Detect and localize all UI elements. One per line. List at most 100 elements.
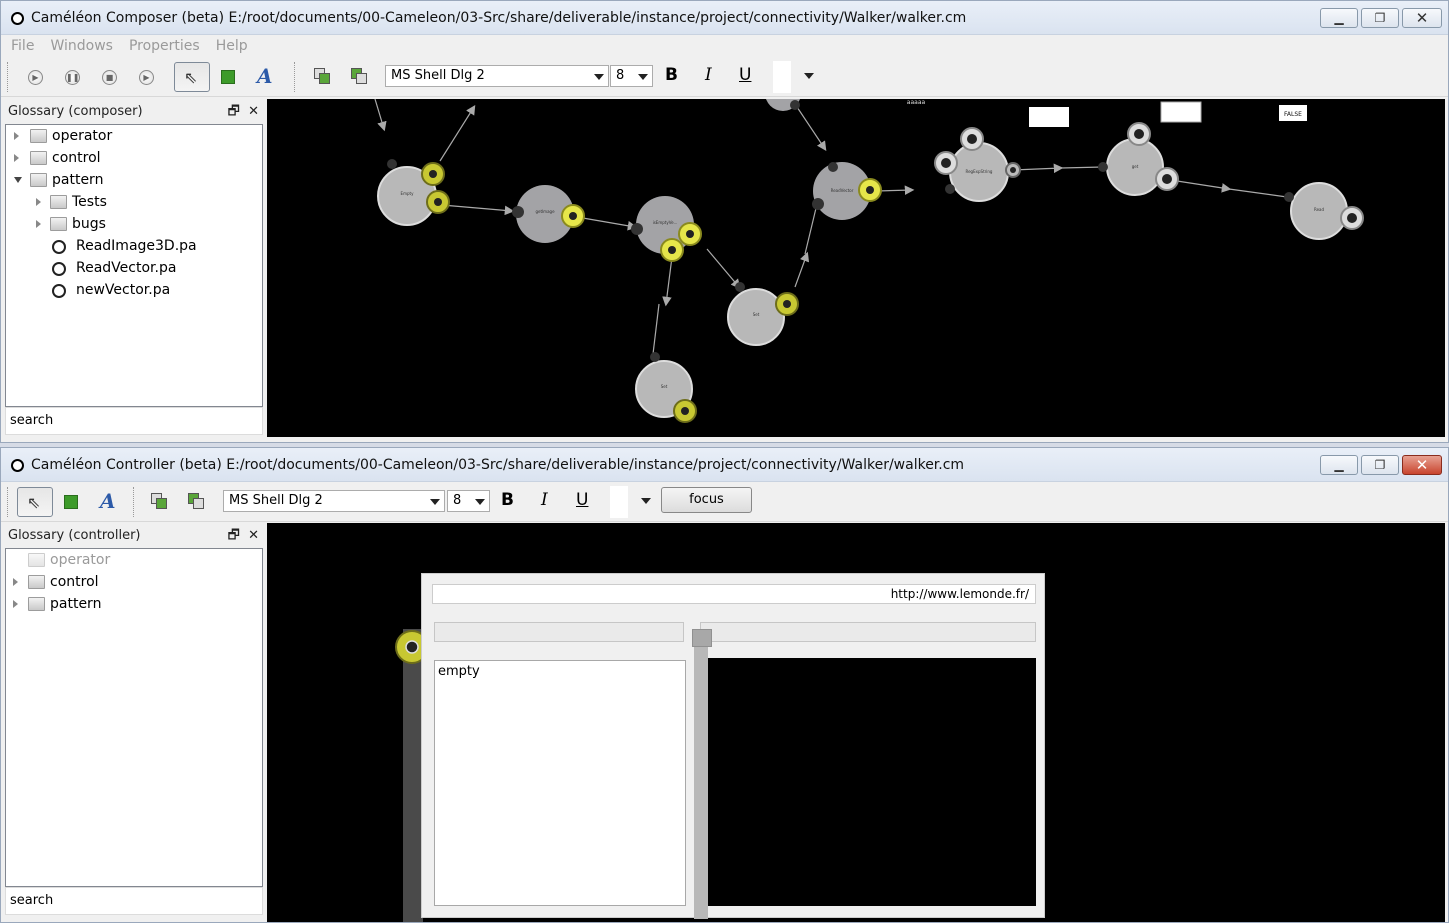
dock-title-bar[interactable]: Glossary (controller) 🗗 ✕ bbox=[5, 524, 263, 548]
close-button[interactable]: ✕ bbox=[1402, 8, 1442, 28]
splitter-grip[interactable] bbox=[692, 629, 712, 647]
tree-item-pattern[interactable]: pattern bbox=[6, 169, 262, 191]
right-header-bar bbox=[700, 622, 1036, 642]
glossary-search-input[interactable]: search bbox=[5, 407, 263, 435]
controller-titlebar[interactable]: Caméléon Controller (beta) E:/root/docum… bbox=[1, 448, 1448, 482]
menu-properties[interactable]: Properties bbox=[129, 38, 200, 54]
expand-arrow-icon[interactable] bbox=[14, 132, 19, 140]
font-size-value: 8 bbox=[616, 68, 625, 83]
stop-icon: ■ bbox=[102, 70, 117, 85]
bold-button[interactable]: B bbox=[665, 65, 678, 85]
splitter-handle[interactable] bbox=[694, 629, 708, 919]
menu-windows[interactable]: Windows bbox=[50, 38, 113, 54]
step-button[interactable]: ▶ bbox=[131, 62, 161, 92]
font-size-select[interactable]: 8 bbox=[447, 490, 490, 512]
tree-item-bugs[interactable]: bugs bbox=[6, 213, 262, 235]
color-swatch[interactable] bbox=[773, 61, 791, 93]
minimize-button[interactable]: ▁ bbox=[1320, 8, 1358, 28]
tree-item-newvector[interactable]: newVector.pa bbox=[6, 279, 262, 301]
expand-arrow-icon[interactable] bbox=[36, 220, 41, 228]
focus-button[interactable]: focus bbox=[661, 487, 752, 513]
bring-front-button[interactable] bbox=[307, 62, 337, 92]
dock-controls: 🗗 ✕ bbox=[228, 100, 259, 124]
minimize-button[interactable]: ▁ bbox=[1320, 455, 1358, 475]
font-family-select[interactable]: MS Shell Dlg 2 bbox=[223, 490, 445, 512]
svg-text:ReadVector: ReadVector bbox=[831, 188, 854, 193]
chevron-down-icon bbox=[594, 74, 604, 80]
svg-text:isEmptyVe...: isEmptyVe... bbox=[653, 220, 678, 225]
underline-button[interactable]: U bbox=[739, 65, 751, 85]
tree-item-readimage3d[interactable]: ReadImage3D.pa bbox=[6, 235, 262, 257]
folder-icon bbox=[28, 575, 45, 589]
folder-icon bbox=[28, 553, 45, 567]
image-view[interactable] bbox=[708, 658, 1036, 906]
menu-help[interactable]: Help bbox=[216, 38, 248, 54]
maximize-button[interactable]: ❐ bbox=[1361, 455, 1399, 475]
text-tool-button[interactable]: A bbox=[250, 62, 280, 92]
close-dock-icon[interactable]: ✕ bbox=[248, 528, 259, 543]
send-back-button[interactable] bbox=[344, 62, 374, 92]
graph-widget-box[interactable] bbox=[1160, 101, 1202, 123]
send-back-icon bbox=[188, 493, 206, 511]
tree-item-tests[interactable]: Tests bbox=[6, 191, 262, 213]
expand-arrow-icon[interactable] bbox=[13, 578, 18, 586]
close-button[interactable]: ✕ bbox=[1402, 455, 1442, 475]
send-back-button[interactable] bbox=[181, 487, 211, 517]
widget-frame-edge bbox=[403, 629, 423, 922]
expand-arrow-icon[interactable] bbox=[36, 198, 41, 206]
controller-canvas[interactable]: http://www.lemonde.fr/ empty bbox=[267, 523, 1445, 922]
expand-arrow-icon[interactable] bbox=[13, 600, 18, 608]
tree-item-readvector[interactable]: ReadVector.pa bbox=[6, 257, 262, 279]
graph-widget-box[interactable] bbox=[1029, 107, 1069, 127]
false-label: FALSE bbox=[1284, 111, 1302, 118]
operator-nodes[interactable] bbox=[377, 99, 1348, 418]
collapse-arrow-icon[interactable] bbox=[14, 177, 22, 183]
maximize-button[interactable]: ❐ bbox=[1361, 8, 1399, 28]
glossary-search-input[interactable]: search bbox=[5, 887, 263, 915]
bold-button[interactable]: B bbox=[501, 490, 514, 510]
underline-button[interactable]: U bbox=[576, 490, 588, 510]
url-field[interactable]: http://www.lemonde.fr/ bbox=[432, 584, 1036, 604]
tree-item-label: bugs bbox=[72, 216, 106, 232]
select-tool-button[interactable]: ⇖ bbox=[17, 487, 53, 517]
composer-titlebar[interactable]: Caméléon Composer (beta) E:/root/documen… bbox=[1, 1, 1448, 35]
rectangle-icon bbox=[221, 70, 235, 84]
workflow-graph[interactable]: Empty getImage isEmptyVe... ReadVector R… bbox=[267, 99, 1445, 437]
color-swatch[interactable] bbox=[610, 486, 628, 518]
pause-button[interactable]: ❚❚ bbox=[57, 62, 87, 92]
float-icon[interactable]: 🗗 bbox=[228, 528, 240, 543]
toolbar-separator bbox=[294, 62, 295, 92]
tree-item-operator[interactable]: operator bbox=[6, 549, 262, 571]
tree-item-control[interactable]: control bbox=[6, 147, 262, 169]
app-icon bbox=[11, 459, 24, 472]
float-icon[interactable]: 🗗 bbox=[228, 104, 240, 119]
dock-title-bar[interactable]: Glossary (composer) 🗗 ✕ bbox=[5, 100, 263, 124]
font-family-select[interactable]: MS Shell Dlg 2 bbox=[385, 65, 609, 87]
tree-item-control[interactable]: control bbox=[6, 571, 262, 593]
text-tool-icon: A bbox=[257, 64, 273, 88]
rectangle-tool-button[interactable] bbox=[56, 487, 86, 517]
italic-button[interactable]: I bbox=[705, 65, 712, 85]
stop-button[interactable]: ■ bbox=[94, 62, 124, 92]
font-size-select[interactable]: 8 bbox=[610, 65, 653, 87]
composer-canvas[interactable]: Empty getImage isEmptyVe... ReadVector R… bbox=[267, 99, 1445, 437]
play-button[interactable]: ▶ bbox=[20, 62, 50, 92]
tree-item-pattern[interactable]: pattern bbox=[6, 593, 262, 615]
menu-file[interactable]: File bbox=[11, 38, 34, 54]
tree-item-operator[interactable]: operator bbox=[6, 125, 262, 147]
color-dropdown-icon[interactable] bbox=[804, 73, 814, 79]
expand-arrow-icon[interactable] bbox=[14, 154, 19, 162]
web-browser-widget[interactable]: http://www.lemonde.fr/ empty bbox=[421, 573, 1045, 919]
dock-title: Glossary (composer) bbox=[8, 104, 143, 119]
bring-front-button[interactable] bbox=[144, 487, 174, 517]
rectangle-tool-button[interactable] bbox=[213, 62, 243, 92]
text-tool-button[interactable]: A bbox=[93, 487, 123, 517]
graph-node[interactable] bbox=[727, 288, 785, 346]
italic-button[interactable]: I bbox=[541, 490, 548, 510]
color-dropdown-icon[interactable] bbox=[641, 498, 651, 504]
folder-icon bbox=[30, 129, 47, 143]
close-dock-icon[interactable]: ✕ bbox=[248, 104, 259, 119]
tree-item-label: control bbox=[52, 150, 101, 166]
text-output-area[interactable]: empty bbox=[434, 660, 686, 906]
select-tool-button[interactable]: ⇖ bbox=[174, 62, 210, 92]
